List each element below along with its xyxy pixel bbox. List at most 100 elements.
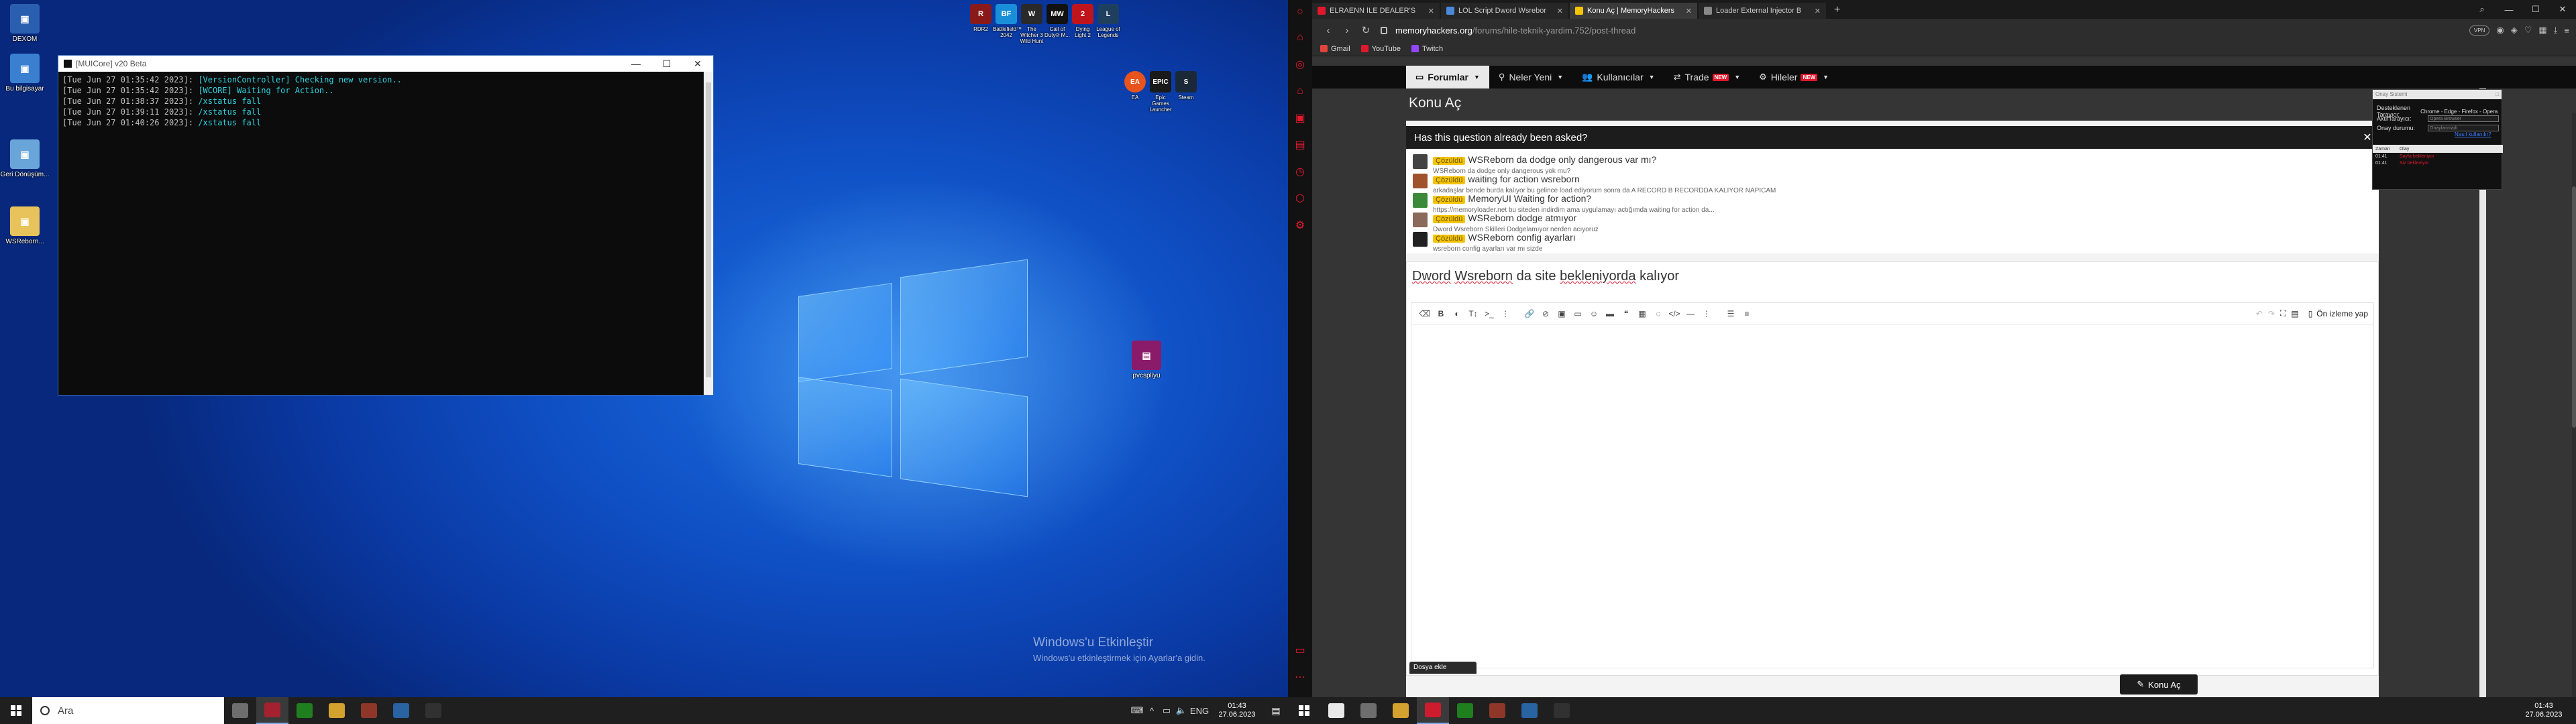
question-title[interactable]: WSReborn dodge atmıyor (1468, 213, 1576, 223)
undo-icon[interactable]: ↶ (2256, 309, 2263, 318)
taskbar-app-console[interactable] (1546, 697, 1578, 724)
eraser-icon[interactable]: ⌫ (1417, 309, 1433, 318)
image-icon[interactable]: ▣ (1554, 309, 1570, 318)
sidebar-home-icon[interactable]: ⌂ (1288, 24, 1312, 51)
desktop-icon[interactable]: L League of Legends (1095, 4, 1122, 38)
chevron-down-icon[interactable]: ▼ (1649, 74, 1655, 80)
chevron-up-icon[interactable]: ^ (1144, 706, 1159, 716)
console-window[interactable]: [MUICore] v20 Beta — ☐ ✕ [Tue Jun 27 01:… (58, 55, 714, 396)
nav-item-2[interactable]: 👥 Kullanıcılar ▼ (1572, 66, 1664, 88)
volume-icon[interactable]: 🔈 (1174, 705, 1189, 716)
sidebar-wallet-icon[interactable]: ▭ (1288, 637, 1312, 664)
nav-item-1[interactable]: ⚲ Neler Yeni ▼ (1489, 66, 1572, 88)
keyboard-icon[interactable]: ⌨ (1130, 705, 1144, 716)
maximize-button[interactable]: ☐ (651, 58, 682, 70)
taskbar-app-ide[interactable] (1513, 697, 1546, 724)
desktop-icon-archive[interactable]: ▤ pvcspliyu (1122, 341, 1171, 379)
nav-item-4[interactable]: ⚙ Hileler NEW ▼ (1750, 66, 1838, 88)
download-icon[interactable]: ⤓ (2554, 25, 2558, 36)
redo-icon[interactable]: ↷ (2268, 309, 2275, 318)
opera-logo-icon[interactable]: ○ (1288, 0, 1312, 24)
similar-question-item[interactable]: Çözüldü WSReborn da dodge only dangerous … (1413, 154, 1656, 175)
desktop-icon[interactable]: EA EA (1122, 71, 1148, 101)
sidebar-more-icon[interactable]: ⋯ (1288, 664, 1312, 690)
taskbar-app-task-view[interactable] (224, 697, 256, 724)
desktop-icon[interactable]: R RDR2 (967, 4, 994, 32)
sidebar-cube-icon[interactable]: ⬡ (1288, 185, 1312, 212)
list-icon[interactable]: ☰ (1723, 309, 1739, 318)
nav-item-3[interactable]: ⇄ Trade NEW ▼ (1664, 66, 1750, 88)
sidebar-history-icon[interactable]: ◷ (1288, 158, 1312, 185)
taskbar-clock[interactable]: 01:43 27.06.2023 (2512, 702, 2576, 719)
desktop-icon[interactable]: S Steam (1173, 71, 1199, 101)
code-icon[interactable]: >_ (1481, 309, 1497, 318)
console-titlebar[interactable]: [MUICore] v20 Beta — ☐ ✕ (58, 56, 713, 72)
minimize-button[interactable]: — (621, 58, 651, 69)
close-tab-icon[interactable]: ✕ (1686, 7, 1692, 15)
unlink-icon[interactable]: ⊘ (1538, 309, 1554, 318)
minimize-button[interactable]: — (2496, 5, 2522, 15)
notification-icon[interactable]: ▤ (1264, 705, 1288, 717)
question-title[interactable]: WSReborn config ayarları (1468, 232, 1575, 243)
close-tab-icon[interactable]: ✕ (1557, 7, 1563, 15)
chevron-down-icon[interactable]: ▼ (1557, 74, 1563, 80)
spoiler-icon[interactable]: ◌ (1650, 309, 1666, 318)
similar-question-item[interactable]: Çözüldü MemoryUI Waiting for action? https… (1413, 193, 1715, 214)
question-title[interactable]: waiting for action wsreborn (1468, 174, 1580, 184)
chevron-down-icon[interactable]: ▼ (1823, 74, 1829, 80)
browser-tab-3[interactable]: Loader External Injector B ✕ (1699, 3, 1826, 19)
taskbar-app-app-red[interactable] (256, 697, 288, 724)
link-icon[interactable]: 🔗 (1521, 309, 1538, 318)
desktop-icon[interactable]: EPIC Epic Games Launcher (1147, 71, 1174, 113)
close-tab-icon[interactable]: ✕ (1428, 7, 1434, 15)
sidebar-messenger-icon[interactable]: ◎ (1288, 51, 1312, 78)
media-icon[interactable]: ▭ (1570, 309, 1586, 318)
similar-question-item[interactable]: Çözüldü WSReborn dodge atmıyor Dword Wsreb… (1413, 213, 1599, 233)
page-scrollbar[interactable] (2572, 113, 2576, 697)
taskbar-app-explorer[interactable] (321, 697, 353, 724)
table-icon[interactable]: ▦ (1634, 309, 1650, 318)
attach-files-button[interactable]: Dosya ekle (1409, 662, 1477, 674)
quote-icon[interactable]: ❝ (1618, 309, 1634, 318)
url-field[interactable]: memoryhackers.org /forums/hile-teknik-ya… (1381, 22, 2469, 38)
taskbar-app-search[interactable] (1320, 697, 1352, 724)
browser-tab-0[interactable]: ELRAENN İLE DEALER'S ✕ (1312, 3, 1440, 19)
approval-tool-window[interactable]: Onay Sistemi □ Desteklenen Tarayıcı: Chr… (2372, 89, 2503, 190)
desktop-icon[interactable]: ▣ Bu bilgisayar (0, 54, 50, 93)
sidebar-settings-icon[interactable]: ⚙ (1288, 212, 1312, 239)
close-tab-icon[interactable]: ✕ (1815, 7, 1821, 15)
shield-icon[interactable]: ◈ (2511, 25, 2518, 36)
taskbar-app-game[interactable] (353, 697, 385, 724)
nav-item-0[interactable]: ▭ Forumlar ▼ (1406, 66, 1489, 88)
preview-button[interactable]: ↶ ↷ ⛶ ▤ ▯ Ön izleme yap (2256, 308, 2368, 318)
sidebar-bookmarks-icon[interactable]: ▤ (1288, 131, 1312, 158)
taskbar-app-opera[interactable] (1417, 697, 1449, 724)
desktop-icon[interactable]: MW Call of Duty® M... (1044, 4, 1071, 38)
start-button[interactable] (0, 697, 32, 724)
back-icon[interactable]: ‹ (1319, 25, 1338, 36)
similar-question-item[interactable]: Çözüldü WSReborn config ayarları wsreborn … (1413, 232, 1576, 253)
desktop-icon[interactable]: ▣ DEXOM (0, 4, 50, 43)
bookmark-2[interactable]: Twitch (1411, 45, 1443, 53)
sidebar-store-icon[interactable]: ⌂ (1288, 78, 1312, 105)
desktop-icon[interactable]: 2 Dying Light 2 (1069, 4, 1096, 38)
bookmark-1[interactable]: YouTube (1360, 45, 1401, 53)
close-icon[interactable]: □ (2496, 91, 2499, 98)
smiley-icon[interactable]: ☺ (1586, 309, 1602, 318)
chevron-down-icon[interactable]: ▼ (1474, 74, 1480, 80)
browser-tab-1[interactable]: LOL Script Dword Wsrebor ✕ (1441, 3, 1568, 19)
question-title[interactable]: MemoryUI Waiting for action? (1468, 193, 1591, 204)
maximize-button[interactable]: ☐ (2522, 4, 2549, 15)
taskbar-app-console[interactable] (417, 697, 449, 724)
extensions-icon[interactable]: ▦ (2538, 25, 2546, 36)
similar-question-item[interactable]: Çözüldü waiting for action wsreborn arkada… (1413, 174, 1776, 194)
sidebar-twitch-icon[interactable]: ▣ (1288, 105, 1312, 131)
palette-icon[interactable]: ◐ (1449, 309, 1465, 318)
start-button[interactable] (1288, 697, 1320, 724)
align-icon[interactable]: ≡ (1739, 309, 1755, 318)
drafts-icon[interactable]: ▤ (2291, 309, 2298, 318)
taskbar-app-xbox[interactable] (288, 697, 321, 724)
language-indicator[interactable]: ENG (1189, 706, 1210, 716)
desktop-icon[interactable]: ▣ WSReborn... (0, 206, 50, 245)
network-icon[interactable]: ▭ (1159, 705, 1174, 716)
